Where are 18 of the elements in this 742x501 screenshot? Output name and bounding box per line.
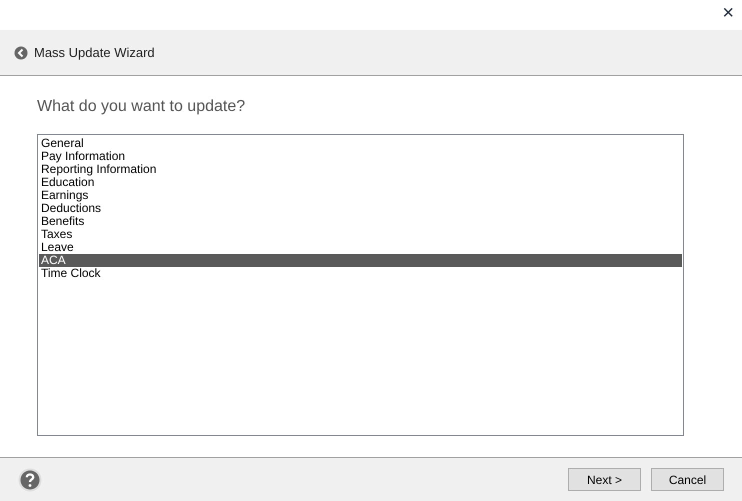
next-button[interactable]: Next > <box>568 468 641 491</box>
list-item[interactable]: Benefits <box>39 215 682 228</box>
list-box[interactable]: General Pay Information Reporting Information Education Earnings Deductions Benefits Taxes Leave ACA Time Clock <box>37 134 684 436</box>
list-item[interactable]: Pay Information <box>39 150 682 163</box>
list-item[interactable]: Taxes <box>39 228 682 241</box>
list-item[interactable]: ACA <box>39 254 682 267</box>
list-item[interactable]: Education <box>39 176 682 189</box>
list-item[interactable]: Earnings <box>39 189 682 202</box>
prompt-heading: What do you want to update? <box>37 97 246 117</box>
list-item[interactable]: Leave <box>39 241 682 254</box>
close-icon[interactable]: × <box>722 2 734 24</box>
list-item[interactable]: Deductions <box>39 202 682 215</box>
wizard-title: Mass Update Wizard <box>34 44 155 62</box>
cancel-button[interactable]: Cancel <box>651 468 724 491</box>
list-item[interactable]: Reporting Information <box>39 163 682 176</box>
help-icon[interactable] <box>18 468 42 492</box>
list-item[interactable]: General <box>39 137 682 150</box>
list-item[interactable]: Time Clock <box>39 267 682 280</box>
